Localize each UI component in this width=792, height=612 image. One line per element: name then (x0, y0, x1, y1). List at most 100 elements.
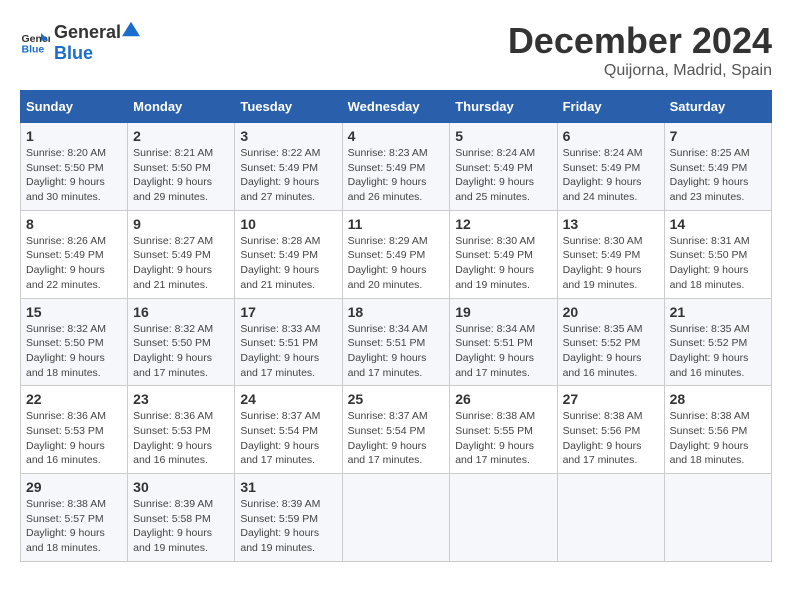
day-number: 3 (240, 128, 336, 144)
day-number: 26 (455, 391, 551, 407)
calendar-cell: 19 Sunrise: 8:34 AM Sunset: 5:51 PM Dayli… (450, 298, 557, 386)
day-detail: Sunrise: 8:32 AM Sunset: 5:50 PM Dayligh… (133, 322, 229, 381)
day-number: 31 (240, 479, 336, 495)
day-number: 7 (670, 128, 766, 144)
calendar-week-row: 8 Sunrise: 8:26 AM Sunset: 5:49 PM Daylig… (21, 210, 772, 298)
calendar-cell: 23 Sunrise: 8:36 AM Sunset: 5:53 PM Dayli… (128, 386, 235, 474)
day-detail: Sunrise: 8:38 AM Sunset: 5:56 PM Dayligh… (670, 409, 766, 468)
calendar-cell: 12 Sunrise: 8:30 AM Sunset: 5:49 PM Dayli… (450, 210, 557, 298)
day-detail: Sunrise: 8:20 AM Sunset: 5:50 PM Dayligh… (26, 146, 122, 205)
weekday-header: Friday (557, 91, 664, 123)
day-detail: Sunrise: 8:23 AM Sunset: 5:49 PM Dayligh… (348, 146, 445, 205)
calendar-week-row: 29Sunrise: 8:38 AM Sunset: 5:57 PM Dayli… (21, 474, 772, 562)
day-detail: Sunrise: 8:24 AM Sunset: 5:49 PM Dayligh… (455, 146, 551, 205)
weekday-header: Sunday (21, 91, 128, 123)
month-title: December 2024 (508, 20, 772, 62)
day-number: 22 (26, 391, 122, 407)
day-detail: Sunrise: 8:30 AM Sunset: 5:49 PM Dayligh… (455, 234, 551, 293)
day-detail: Sunrise: 8:36 AM Sunset: 5:53 PM Dayligh… (133, 409, 229, 468)
calendar-cell: 18 Sunrise: 8:34 AM Sunset: 5:51 PM Dayli… (342, 298, 450, 386)
calendar-cell: 27 Sunrise: 8:38 AM Sunset: 5:56 PM Dayli… (557, 386, 664, 474)
day-detail: Sunrise: 8:37 AM Sunset: 5:54 PM Dayligh… (240, 409, 336, 468)
day-number: 8 (26, 216, 122, 232)
header: General Blue General Blue December 2024 … (20, 20, 772, 80)
calendar-cell: 26 Sunrise: 8:38 AM Sunset: 5:55 PM Dayli… (450, 386, 557, 474)
title-area: December 2024 Quijorna, Madrid, Spain (508, 20, 772, 80)
day-detail: Sunrise: 8:25 AM Sunset: 5:49 PM Dayligh… (670, 146, 766, 205)
day-detail: Sunrise: 8:38 AM Sunset: 5:56 PM Dayligh… (563, 409, 659, 468)
day-number: 14 (670, 216, 766, 232)
calendar-cell: 8 Sunrise: 8:26 AM Sunset: 5:49 PM Daylig… (21, 210, 128, 298)
calendar-cell (450, 474, 557, 562)
day-detail: Sunrise: 8:36 AM Sunset: 5:53 PM Dayligh… (26, 409, 122, 468)
day-detail: Sunrise: 8:38 AM Sunset: 5:55 PM Dayligh… (455, 409, 551, 468)
day-number: 15 (26, 304, 122, 320)
calendar-cell: 11 Sunrise: 8:29 AM Sunset: 5:49 PM Dayli… (342, 210, 450, 298)
day-number: 2 (133, 128, 229, 144)
day-number: 5 (455, 128, 551, 144)
logo-general: General (54, 22, 121, 43)
calendar-cell: 10Sunrise: 8:28 AM Sunset: 5:49 PM Dayli… (235, 210, 342, 298)
day-detail: Sunrise: 8:29 AM Sunset: 5:49 PM Dayligh… (348, 234, 445, 293)
day-number: 23 (133, 391, 229, 407)
day-detail: Sunrise: 8:39 AM Sunset: 5:58 PM Dayligh… (133, 497, 229, 556)
day-number: 27 (563, 391, 659, 407)
day-detail: Sunrise: 8:30 AM Sunset: 5:49 PM Dayligh… (563, 234, 659, 293)
day-number: 13 (563, 216, 659, 232)
day-number: 29 (26, 479, 122, 495)
calendar-cell: 14Sunrise: 8:31 AM Sunset: 5:50 PM Dayli… (664, 210, 771, 298)
day-detail: Sunrise: 8:37 AM Sunset: 5:54 PM Dayligh… (348, 409, 445, 468)
day-detail: Sunrise: 8:34 AM Sunset: 5:51 PM Dayligh… (455, 322, 551, 381)
day-detail: Sunrise: 8:27 AM Sunset: 5:49 PM Dayligh… (133, 234, 229, 293)
day-detail: Sunrise: 8:33 AM Sunset: 5:51 PM Dayligh… (240, 322, 336, 381)
calendar-week-row: 15 Sunrise: 8:32 AM Sunset: 5:50 PM Dayli… (21, 298, 772, 386)
weekday-header: Monday (128, 91, 235, 123)
calendar-cell: 6Sunrise: 8:24 AM Sunset: 5:49 PM Daylig… (557, 123, 664, 211)
calendar: SundayMondayTuesdayWednesdayThursdayFrid… (20, 90, 772, 562)
weekday-header: Thursday (450, 91, 557, 123)
day-number: 24 (240, 391, 336, 407)
day-detail: Sunrise: 8:39 AM Sunset: 5:59 PM Dayligh… (240, 497, 336, 556)
day-number: 20 (563, 304, 659, 320)
day-detail: Sunrise: 8:32 AM Sunset: 5:50 PM Dayligh… (26, 322, 122, 381)
calendar-cell: 16Sunrise: 8:32 AM Sunset: 5:50 PM Dayli… (128, 298, 235, 386)
day-number: 18 (348, 304, 445, 320)
calendar-week-row: 1 Sunrise: 8:20 AM Sunset: 5:50 PM Daylig… (21, 123, 772, 211)
calendar-cell: 17 Sunrise: 8:33 AM Sunset: 5:51 PM Dayli… (235, 298, 342, 386)
day-detail: Sunrise: 8:35 AM Sunset: 5:52 PM Dayligh… (670, 322, 766, 381)
calendar-cell (664, 474, 771, 562)
day-number: 6 (563, 128, 659, 144)
day-number: 4 (348, 128, 445, 144)
calendar-cell: 20Sunrise: 8:35 AM Sunset: 5:52 PM Dayli… (557, 298, 664, 386)
calendar-week-row: 22 Sunrise: 8:36 AM Sunset: 5:53 PM Dayli… (21, 386, 772, 474)
weekday-header: Tuesday (235, 91, 342, 123)
calendar-cell: 31 Sunrise: 8:39 AM Sunset: 5:59 PM Dayli… (235, 474, 342, 562)
calendar-cell: 4 Sunrise: 8:23 AM Sunset: 5:49 PM Daylig… (342, 123, 450, 211)
calendar-cell: 7 Sunrise: 8:25 AM Sunset: 5:49 PM Daylig… (664, 123, 771, 211)
logo: General Blue General Blue (20, 20, 141, 64)
calendar-cell: 22 Sunrise: 8:36 AM Sunset: 5:53 PM Dayli… (21, 386, 128, 474)
calendar-cell (557, 474, 664, 562)
day-number: 11 (348, 216, 445, 232)
calendar-cell: 30Sunrise: 8:39 AM Sunset: 5:58 PM Dayli… (128, 474, 235, 562)
calendar-cell: 21 Sunrise: 8:35 AM Sunset: 5:52 PM Dayli… (664, 298, 771, 386)
calendar-cell: 15 Sunrise: 8:32 AM Sunset: 5:50 PM Dayli… (21, 298, 128, 386)
day-number: 19 (455, 304, 551, 320)
day-detail: Sunrise: 8:26 AM Sunset: 5:49 PM Dayligh… (26, 234, 122, 293)
day-number: 17 (240, 304, 336, 320)
day-detail: Sunrise: 8:21 AM Sunset: 5:50 PM Dayligh… (133, 146, 229, 205)
day-detail: Sunrise: 8:28 AM Sunset: 5:49 PM Dayligh… (240, 234, 336, 293)
calendar-cell: 9Sunrise: 8:27 AM Sunset: 5:49 PM Daylig… (128, 210, 235, 298)
day-number: 21 (670, 304, 766, 320)
day-detail: Sunrise: 8:34 AM Sunset: 5:51 PM Dayligh… (348, 322, 445, 381)
day-number: 12 (455, 216, 551, 232)
day-detail: Sunrise: 8:22 AM Sunset: 5:49 PM Dayligh… (240, 146, 336, 205)
calendar-cell: 28Sunrise: 8:38 AM Sunset: 5:56 PM Dayli… (664, 386, 771, 474)
day-number: 1 (26, 128, 122, 144)
logo-blue: Blue (54, 43, 93, 63)
day-number: 25 (348, 391, 445, 407)
calendar-header-row: SundayMondayTuesdayWednesdayThursdayFrid… (21, 91, 772, 123)
calendar-cell: 1 Sunrise: 8:20 AM Sunset: 5:50 PM Daylig… (21, 123, 128, 211)
calendar-cell (342, 474, 450, 562)
calendar-cell: 24 Sunrise: 8:37 AM Sunset: 5:54 PM Dayli… (235, 386, 342, 474)
